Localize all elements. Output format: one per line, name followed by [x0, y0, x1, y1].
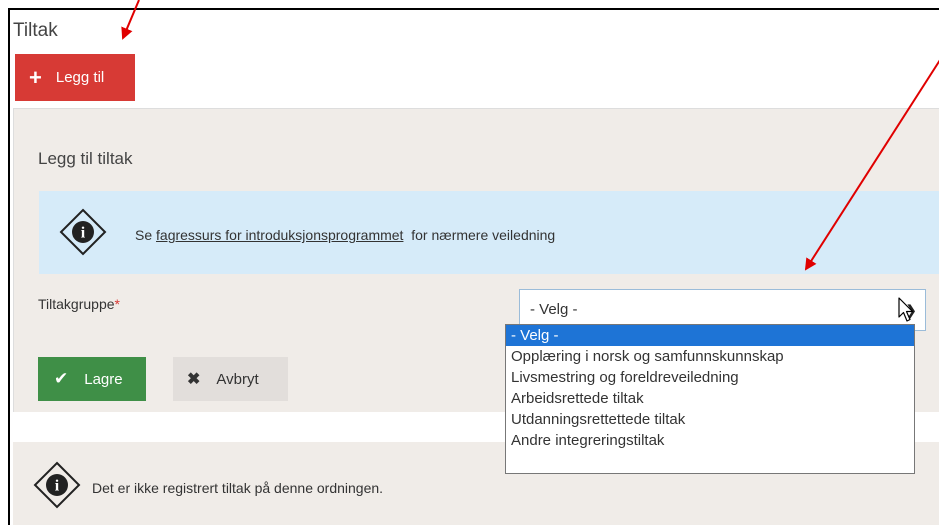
tiltakgruppe-label-text: Tiltakgruppe	[38, 296, 115, 312]
dropdown-option[interactable]: Arbeidsrettede tiltak	[506, 388, 914, 409]
mouse-cursor-icon	[898, 297, 914, 322]
check-icon: ✔	[54, 369, 69, 388]
tiltakgruppe-dropdown[interactable]: - Velg - Opplæring i norsk og samfunnsku…	[505, 324, 915, 474]
info-suffix: for nærmere veiledning	[411, 227, 556, 243]
dropdown-option[interactable]: Livsmestring og foreldreveiledning	[506, 367, 914, 388]
dropdown-option[interactable]: Utdanningsrettettede tiltak	[506, 409, 914, 430]
save-button-label: Lagre	[84, 370, 123, 388]
info-text: Se fagressurs for introduksjonsprogramme…	[135, 227, 555, 243]
info-alert: i Se fagressurs for introduksjonsprogram…	[39, 191, 939, 274]
required-marker: *	[114, 296, 120, 312]
close-icon: ✖	[187, 371, 201, 388]
info-icon: i	[59, 208, 107, 256]
cancel-button[interactable]: ✖ Avbryt	[173, 357, 288, 401]
info-prefix: Se	[135, 227, 153, 243]
fagressurs-link[interactable]: fagressurs for introduksjonsprogrammet	[156, 227, 403, 243]
tiltakgruppe-label: Tiltakgruppe*	[38, 296, 120, 312]
section-title: Tiltak	[13, 20, 58, 41]
save-button[interactable]: ✔ Lagre	[38, 357, 146, 401]
dropdown-option[interactable]: Andre integreringstiltak	[506, 430, 914, 451]
svg-text:i: i	[55, 478, 60, 495]
panel-title: Legg til tiltak	[38, 149, 133, 168]
cancel-button-label: Avbryt	[216, 370, 259, 388]
select-value: - Velg -	[530, 301, 578, 318]
plus-icon: +	[29, 64, 42, 90]
add-button-label: Legg til	[55, 69, 105, 86]
info-icon: i	[33, 461, 81, 509]
empty-state-text: Det er ikke registrert tiltak på denne o…	[92, 480, 384, 496]
svg-text:i: i	[81, 225, 86, 242]
add-button[interactable]: + Legg til	[15, 54, 135, 101]
dropdown-option[interactable]: - Velg -	[506, 325, 914, 346]
dropdown-option[interactable]: Opplæring i norsk og samfunnskunnskap	[506, 346, 914, 367]
